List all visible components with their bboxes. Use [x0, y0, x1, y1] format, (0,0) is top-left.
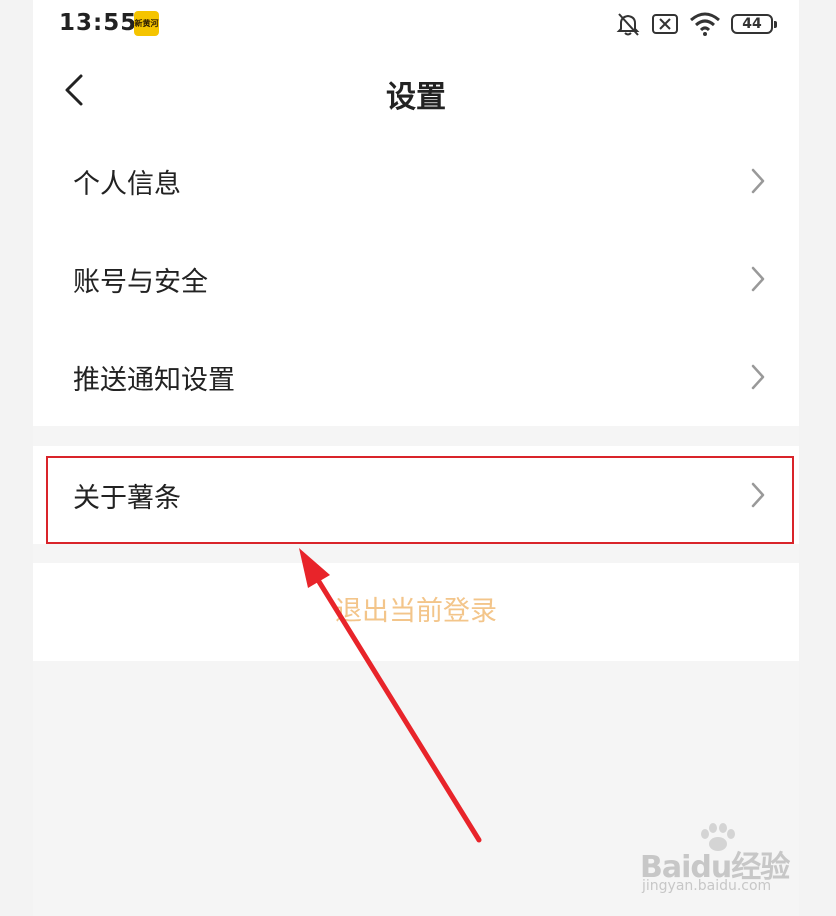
settings-group-main: 个人信息 账号与安全 推送通知设置	[33, 132, 799, 426]
battery-icon: 44	[731, 14, 777, 34]
settings-row-label: 个人信息	[73, 169, 181, 200]
settings-group-about: 关于薯条	[33, 446, 799, 544]
settings-row-label: 关于薯条	[73, 483, 181, 514]
chevron-right-icon	[749, 167, 767, 195]
app-notification-badge: 新黄河	[134, 11, 159, 36]
page-title: 设置	[386, 80, 446, 115]
mute-bell-icon	[615, 11, 641, 37]
settings-row-push-notification[interactable]: 推送通知设置	[33, 328, 799, 426]
settings-row-account-security[interactable]: 账号与安全	[33, 230, 799, 328]
settings-row-personal-info[interactable]: 个人信息	[33, 132, 799, 230]
settings-row-label: 账号与安全	[73, 267, 208, 298]
phone-screen: 13:55 新黄河 44 设置 个人信息 账号与安全 推送通知设置 关于薯条 退…	[33, 0, 799, 916]
status-icons: 44	[615, 10, 777, 38]
navigation-header: 设置	[33, 52, 799, 132]
logout-button[interactable]: 退出当前登录	[33, 563, 799, 661]
settings-row-about[interactable]: 关于薯条	[33, 446, 799, 544]
sim-off-icon	[651, 13, 679, 35]
chevron-right-icon	[749, 481, 767, 509]
status-time: 13:55	[59, 10, 138, 36]
status-bar: 13:55 新黄河 44	[33, 0, 799, 52]
chevron-right-icon	[749, 265, 767, 293]
settings-row-label: 推送通知设置	[73, 365, 235, 396]
wifi-icon	[689, 11, 721, 37]
chevron-right-icon	[749, 363, 767, 391]
